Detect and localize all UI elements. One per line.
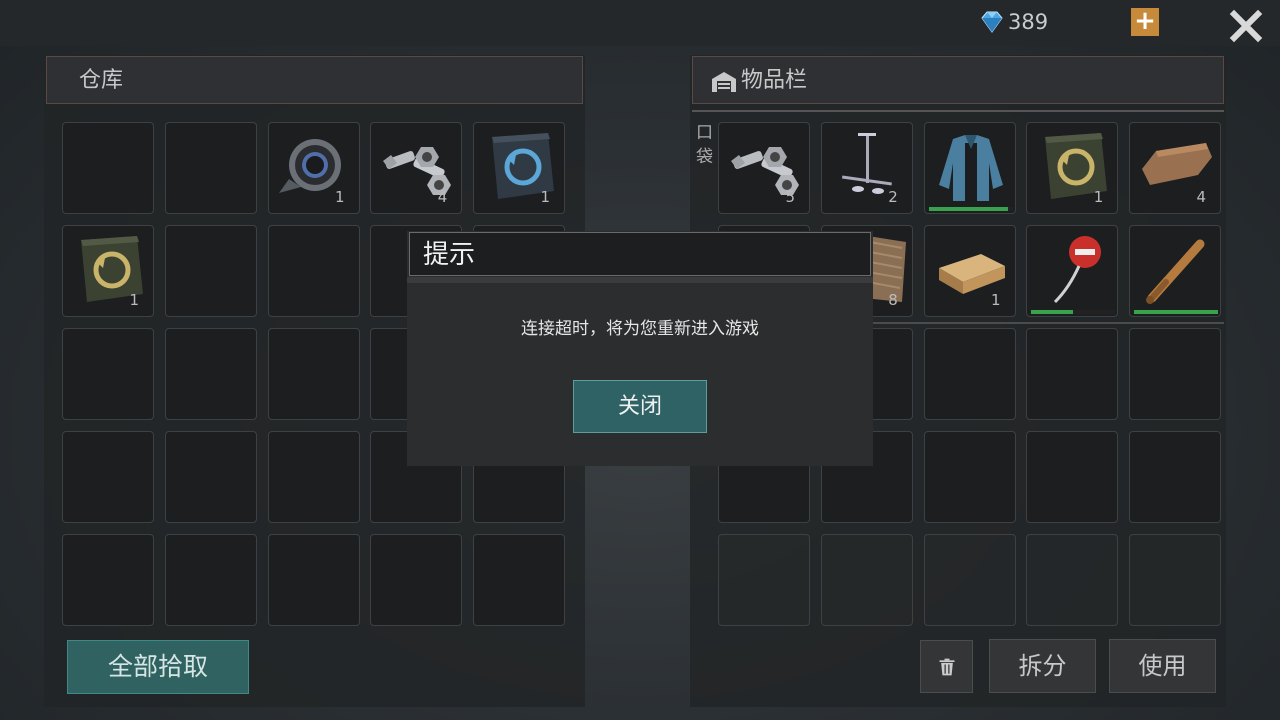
timeout-dialog: 提示 连接超时，将为您重新进入游戏 关闭 <box>407 231 873 466</box>
durability-bar <box>1134 310 1218 314</box>
warehouse-slot[interactable] <box>62 534 154 626</box>
inventory-slot[interactable] <box>923 328 1016 420</box>
inventory-slot[interactable]: 1 <box>1026 122 1119 214</box>
warehouse-slot[interactable] <box>164 225 257 317</box>
inventory-title: 物品栏 <box>741 68 808 93</box>
item-count: 1 <box>990 291 1001 309</box>
durability-bar <box>1031 310 1116 314</box>
warehouse-slot[interactable] <box>267 534 360 626</box>
top-bar: 389 + <box>0 0 1280 46</box>
dialog-separator <box>407 277 873 283</box>
warehouse-slot[interactable] <box>473 534 565 626</box>
inventory-slot[interactable] <box>1129 534 1221 626</box>
warehouse-header: 仓库 <box>46 56 583 104</box>
item-count: 1 <box>540 188 550 206</box>
pick-all-button[interactable]: 全部拾取 <box>67 640 249 694</box>
warehouse-slot[interactable] <box>62 328 154 420</box>
dialog-title: 提示 <box>423 240 476 270</box>
dialog-close-button[interactable]: 关闭 <box>573 380 707 433</box>
inventory-slot[interactable]: 4 <box>1129 122 1221 214</box>
use-button[interactable]: 使用 <box>1109 639 1216 693</box>
add-gems-button[interactable]: + <box>1131 8 1159 36</box>
inventory-slot[interactable] <box>923 431 1016 523</box>
pocket-label: 口袋 <box>696 123 713 167</box>
warehouse-slot[interactable] <box>267 431 360 523</box>
item-count: 8 <box>888 291 898 309</box>
item-count: 4 <box>1196 188 1206 206</box>
warehouse-slot[interactable] <box>164 328 257 420</box>
baseball-bat-icon <box>1146 239 1205 304</box>
trash-icon <box>939 658 955 676</box>
item-count: 1 <box>334 188 345 206</box>
inventory-slot[interactable] <box>1129 225 1221 317</box>
split-button[interactable]: 拆分 <box>989 639 1096 693</box>
dialog-title-bar: 提示 <box>409 232 871 276</box>
warehouse-slot[interactable]: 1 <box>473 122 565 214</box>
inventory-slot[interactable] <box>1026 328 1119 420</box>
warehouse-slot[interactable]: 1 <box>62 225 154 317</box>
warehouse-slot[interactable] <box>267 328 360 420</box>
delete-button[interactable] <box>920 640 973 693</box>
dialog-message: 连接超时，将为您重新进入游戏 <box>521 319 759 339</box>
inventory-slot[interactable]: 2 <box>820 122 913 214</box>
inventory-slot[interactable] <box>923 122 1016 214</box>
item-count: 4 <box>437 188 448 206</box>
warehouse-slot[interactable]: 4 <box>370 122 463 214</box>
warehouse-slot[interactable] <box>370 534 463 626</box>
diamond-icon <box>981 11 1003 33</box>
warehouse-slot[interactable] <box>62 122 154 214</box>
item-count: 1 <box>129 291 139 309</box>
warehouse-icon <box>712 72 736 92</box>
inventory-slot[interactable] <box>1026 225 1119 317</box>
warehouse-slot[interactable]: 1 <box>267 122 360 214</box>
warehouse-slot[interactable] <box>164 431 257 523</box>
inventory-slot[interactable] <box>718 534 810 626</box>
item-count: 2 <box>888 188 898 206</box>
inventory-slot[interactable] <box>1129 431 1221 523</box>
durability-bar <box>928 207 1013 211</box>
inventory-slot[interactable]: 1 <box>923 225 1016 317</box>
inventory-slot[interactable]: 5 <box>718 122 810 214</box>
close-icon[interactable] <box>1228 8 1264 44</box>
warehouse-slot[interactable] <box>62 431 154 523</box>
inventory-slot[interactable] <box>1026 431 1119 523</box>
inventory-slot[interactable] <box>923 534 1016 626</box>
inventory-slot[interactable] <box>1129 328 1221 420</box>
inventory-slot[interactable] <box>1026 534 1119 626</box>
warehouse-title: 仓库 <box>79 68 124 93</box>
stop-sign-icon <box>1054 236 1102 304</box>
inventory-header: 物品栏 <box>692 56 1224 104</box>
gem-count: 389 <box>1008 10 1049 34</box>
jacket-icon <box>938 135 1003 201</box>
warehouse-slot[interactable] <box>267 225 360 317</box>
inventory-slot[interactable] <box>820 534 913 626</box>
warehouse-slot[interactable] <box>164 122 257 214</box>
item-count: 1 <box>1093 188 1104 206</box>
item-count: 5 <box>785 188 795 206</box>
header-divider <box>692 110 1224 112</box>
warehouse-slot[interactable] <box>164 534 257 626</box>
